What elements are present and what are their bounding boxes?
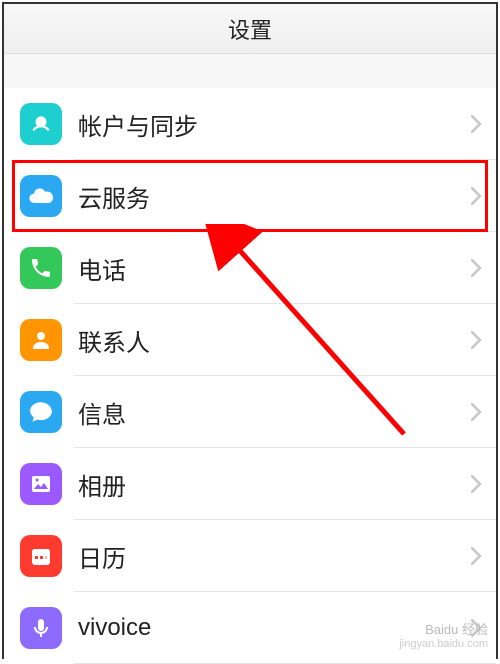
chevron-right-icon	[470, 187, 482, 205]
account-sync-icon	[20, 103, 62, 145]
chevron-right-icon	[470, 475, 482, 493]
row-label: 信息	[78, 395, 470, 430]
row-label: 联系人	[78, 323, 470, 358]
chevron-right-icon	[470, 259, 482, 277]
mic-icon	[20, 607, 62, 649]
row-gallery[interactable]: 相册	[4, 448, 496, 520]
contacts-icon	[20, 319, 62, 361]
row-account-sync[interactable]: 帐户与同步	[4, 88, 496, 160]
row-messages[interactable]: 信息	[4, 376, 496, 448]
gallery-icon	[20, 463, 62, 505]
section-spacer	[4, 54, 496, 88]
row-cloud-service[interactable]: 云服务	[4, 160, 496, 232]
message-icon	[20, 391, 62, 433]
row-contacts[interactable]: 联系人	[4, 304, 496, 376]
row-label: 电话	[78, 251, 470, 286]
chevron-right-icon	[470, 403, 482, 421]
header-bar: 设置	[4, 4, 496, 54]
watermark-brand: Baidu 经验	[399, 622, 488, 638]
calendar-icon	[20, 535, 62, 577]
chevron-right-icon	[470, 331, 482, 349]
row-calendar[interactable]: 日历	[4, 520, 496, 592]
row-phone[interactable]: 电话	[4, 232, 496, 304]
phone-icon	[20, 247, 62, 289]
chevron-right-icon	[470, 115, 482, 133]
chevron-right-icon	[470, 547, 482, 565]
row-label: 日历	[78, 539, 470, 574]
watermark-url: jingyan.baidu.com	[399, 638, 488, 651]
row-label: 相册	[78, 467, 470, 502]
watermark: Baidu 经验 jingyan.baidu.com	[399, 622, 488, 651]
page-title: 设置	[228, 13, 272, 45]
row-label: 帐户与同步	[78, 107, 470, 142]
cloud-icon	[20, 175, 62, 217]
row-label: 云服务	[78, 179, 470, 214]
settings-list: 帐户与同步 云服务 电话 联系人	[4, 88, 496, 664]
